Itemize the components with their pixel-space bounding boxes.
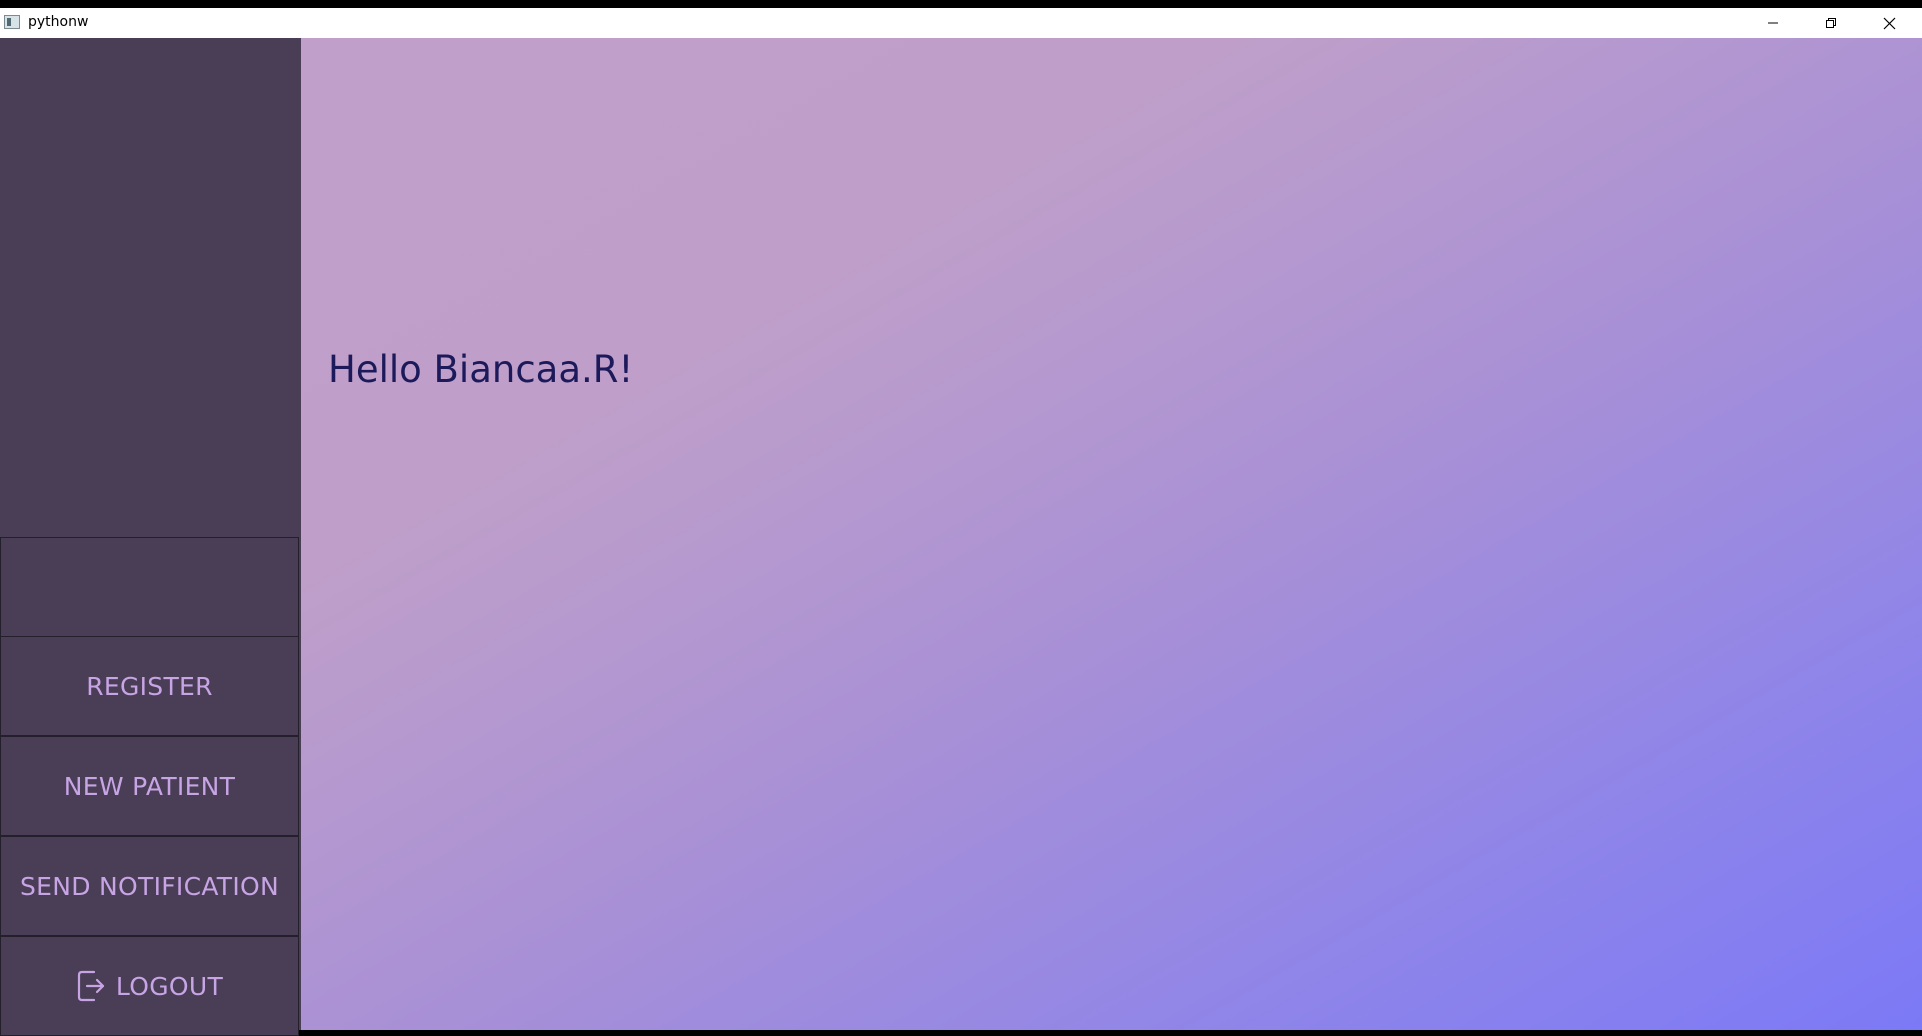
register-label: REGISTER [86, 671, 213, 701]
title-bar: pythonw [0, 8, 1922, 39]
close-button[interactable] [1860, 8, 1918, 38]
logout-button[interactable]: LOGOUT [0, 936, 299, 1036]
send-notification-button[interactable]: SEND NOTIFICATION [0, 836, 299, 936]
app-window: pythonw REGISTER NEW PATIENT SEND NOTIFI… [0, 8, 1922, 1036]
restore-button[interactable] [1802, 8, 1860, 38]
new-patient-label: NEW PATIENT [63, 771, 236, 801]
register-button[interactable]: REGISTER [0, 636, 299, 736]
greeting-text: Hello Biancaa.R! [328, 348, 634, 391]
client-area: REGISTER NEW PATIENT SEND NOTIFICATION L… [0, 38, 1922, 1036]
minimize-button[interactable] [1744, 8, 1802, 38]
send-notification-label: SEND NOTIFICATION [19, 871, 280, 901]
close-icon [1883, 17, 1895, 29]
sidebar-empty-button [0, 537, 299, 638]
logout-label: LOGOUT [115, 971, 224, 1001]
sidebar-header-area [0, 38, 301, 530]
main-panel: Hello Biancaa.R! [301, 38, 1922, 1030]
new-patient-button[interactable]: NEW PATIENT [0, 736, 299, 836]
sidebar: REGISTER NEW PATIENT SEND NOTIFICATION L… [0, 38, 301, 1036]
app-icon [4, 15, 20, 29]
restore-icon [1826, 18, 1836, 28]
minimize-icon [1768, 22, 1778, 24]
window-title: pythonw [28, 14, 89, 30]
logout-icon [77, 970, 105, 1002]
